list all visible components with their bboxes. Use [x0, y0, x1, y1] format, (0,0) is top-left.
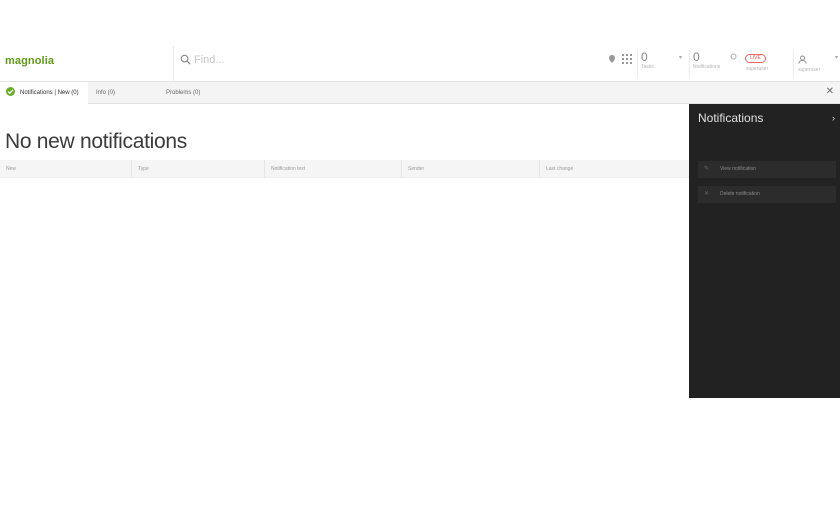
notifications-action-panel: Notifications › ✎ View notification ✕ De… — [689, 104, 840, 398]
tasks-label: Tasks — [641, 64, 654, 70]
tab-label: Info (0) — [96, 90, 116, 96]
view-notification-button[interactable]: ✎ View notification — [698, 161, 836, 178]
delete-notification-button[interactable]: ✕ Delete notification — [698, 186, 836, 203]
notifications-count: 0 — [693, 50, 700, 64]
search-input[interactable] — [194, 51, 574, 69]
user-label: superuser — [798, 67, 821, 73]
column-header-notification-text[interactable]: Notification text — [264, 160, 401, 178]
tab-notifications[interactable]: Notifications | New (0) — [0, 82, 88, 104]
pencil-icon: ✎ — [704, 166, 710, 172]
top-header: magnolia 0 Tasks ▾ 0 Notif — [0, 46, 840, 82]
search-icon — [180, 54, 191, 65]
header-divider — [637, 50, 638, 78]
tab-label: Notifications | New (0) — [20, 90, 79, 96]
close-icon: ✕ — [704, 191, 710, 197]
caret-down-icon[interactable]: ▾ — [835, 54, 838, 61]
search-box[interactable] — [173, 46, 593, 82]
live-label: superuser — [746, 66, 769, 72]
user-icon[interactable] — [798, 55, 807, 64]
action-label: Delete notification — [720, 191, 760, 197]
column-header-type[interactable]: Type — [131, 160, 264, 178]
action-label: View notification — [720, 166, 757, 172]
app-window: magnolia 0 Tasks ▾ 0 Notif — [0, 0, 840, 508]
app-launcher-icon[interactable] — [622, 54, 632, 64]
status-dot-icon — [730, 53, 737, 60]
tab-bar: Notifications | New (0) Info (0) Problem… — [0, 82, 840, 104]
column-header-sender[interactable]: Sender — [401, 160, 539, 178]
notifications-indicator[interactable]: 0 Notifications — [693, 51, 720, 71]
caret-down-icon[interactable]: ▾ — [679, 54, 682, 61]
close-icon[interactable]: ✕ — [826, 87, 834, 97]
live-badge[interactable]: LIVE — [745, 54, 766, 63]
tab-problems[interactable]: Problems (0) — [160, 82, 230, 104]
notifications-label: Notifications — [693, 64, 721, 70]
page-title: No new notifications — [5, 130, 187, 153]
column-header-last-change[interactable]: Last change — [539, 160, 689, 178]
tab-label: Problems (0) — [166, 90, 201, 96]
column-header-new[interactable]: New — [0, 160, 131, 178]
check-icon — [6, 86, 15, 96]
chevron-right-icon[interactable]: › — [832, 113, 835, 123]
pin-icon[interactable] — [607, 54, 617, 64]
header-divider — [689, 50, 690, 78]
tab-info[interactable]: Info (0) — [90, 82, 158, 104]
tasks-count: 0 — [641, 50, 648, 64]
panel-title: Notifications — [698, 111, 764, 125]
magnolia-logo[interactable]: magnolia — [5, 55, 54, 67]
header-divider — [793, 50, 794, 78]
tasks-indicator[interactable]: 0 Tasks — [641, 51, 654, 71]
grid-header: New Type Notification text Sender Last c… — [0, 160, 689, 178]
